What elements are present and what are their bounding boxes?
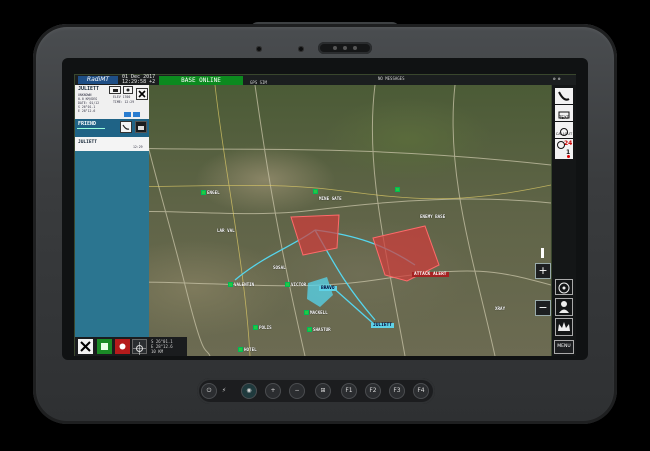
friendly-unit-icon[interactable] bbox=[285, 282, 290, 287]
friendly-unit-icon[interactable] bbox=[201, 190, 206, 195]
label-mine-gate: MINE GATE bbox=[319, 196, 342, 201]
label-enemy-base: ENEMY BASE bbox=[420, 214, 446, 219]
alert-dot-icon bbox=[567, 155, 570, 158]
front-camera-icon bbox=[298, 46, 304, 52]
alerts-button[interactable]: 24 1 bbox=[555, 139, 573, 159]
menu-button[interactable]: MENU bbox=[554, 340, 574, 354]
camera-lens-icon bbox=[343, 46, 347, 50]
label-shastur: SHASTUR bbox=[313, 327, 331, 332]
selected-unit-card[interactable]: JULIETT UNKNOWN 0.0 KM/DEG DATE: 01/12 S… bbox=[75, 85, 149, 119]
label-sosal: SOSAL bbox=[273, 265, 286, 270]
volume-up-button[interactable]: + bbox=[265, 383, 281, 399]
detail-elev: ELEV 1700 bbox=[113, 95, 131, 99]
contact-time: 12:29 bbox=[133, 145, 143, 149]
camera-slot bbox=[318, 42, 372, 54]
group-icon[interactable] bbox=[123, 86, 133, 94]
f4-button[interactable]: F4 bbox=[413, 383, 429, 399]
gps-status: GPS SIM bbox=[250, 80, 267, 85]
text-button[interactable]: TEXT bbox=[555, 105, 573, 121]
message-status: NO MESSAGES bbox=[378, 76, 405, 81]
friendly-unit-icon[interactable] bbox=[228, 282, 233, 287]
zoom-in-button[interactable]: + bbox=[535, 263, 551, 279]
detail-time: TIME: 12:29 bbox=[113, 100, 135, 104]
label-polis: POLIS bbox=[259, 325, 272, 330]
readout-scale: 10 KM bbox=[151, 349, 164, 354]
selected-unit-name: JULIETT bbox=[78, 86, 100, 92]
camera-lens-icon bbox=[333, 46, 337, 50]
close-icon[interactable] bbox=[136, 88, 148, 100]
divider bbox=[77, 128, 105, 129]
friend-label: FRIEND bbox=[78, 121, 97, 127]
contact-name: JULIETT bbox=[78, 140, 97, 145]
windows-button[interactable]: ⊞ bbox=[315, 383, 331, 399]
network-icon: ⚙ ⚙ bbox=[553, 76, 561, 81]
label-victor: VICTOR bbox=[291, 282, 307, 287]
f3-button[interactable]: F3 bbox=[389, 383, 405, 399]
app-logo: RadiMT bbox=[78, 76, 118, 84]
contact-item[interactable]: JULIETT 12:29 bbox=[75, 137, 149, 151]
f2-button[interactable]: F2 bbox=[365, 383, 381, 399]
friendly-unit-icon[interactable] bbox=[253, 325, 258, 330]
label-lar-val: LAR VAL bbox=[217, 228, 235, 233]
friendly-unit-icon[interactable] bbox=[238, 347, 243, 352]
volume-down-button[interactable]: − bbox=[289, 383, 305, 399]
phone-icon[interactable] bbox=[109, 86, 121, 94]
fingerprint-icon[interactable]: ◉ bbox=[241, 383, 257, 399]
message-icon[interactable] bbox=[124, 112, 131, 117]
hardware-button-bar: ⏻ ⚡ ◉ + − ⊞ F1 F2 F3 F4 bbox=[197, 378, 435, 404]
cancel-button[interactable] bbox=[78, 339, 93, 354]
record-button[interactable] bbox=[97, 339, 112, 354]
callout-button[interactable]: CALLOUT bbox=[555, 122, 573, 138]
label-bravo[interactable]: BRAVO bbox=[319, 286, 337, 291]
camera-lens-icon bbox=[353, 46, 357, 50]
coordinate-readout: S 26°01.1 E 28°12.6 10 KM bbox=[151, 339, 173, 354]
callout-button-label: CALLOUT bbox=[555, 132, 573, 136]
label-attack-alert[interactable]: ATTACK ALERT bbox=[412, 272, 449, 277]
person-icon[interactable] bbox=[555, 298, 573, 316]
power-icon[interactable]: ⏻ bbox=[201, 383, 217, 399]
phone-call-icon[interactable] bbox=[120, 121, 132, 133]
north-arrow-icon bbox=[541, 248, 544, 258]
alert-button[interactable] bbox=[115, 339, 130, 354]
front-sensor-icon bbox=[256, 46, 262, 52]
base-online-status[interactable]: BASE ONLINE bbox=[159, 76, 243, 85]
friendly-unit-icon[interactable] bbox=[313, 189, 318, 194]
friendly-unit-icon[interactable] bbox=[395, 187, 400, 192]
label-engel: ENGEL bbox=[207, 190, 220, 195]
label-juliett[interactable]: JULIETT bbox=[371, 323, 394, 328]
chat-icon[interactable] bbox=[133, 112, 140, 117]
label-hotel: HOTEL bbox=[244, 347, 257, 352]
text-button-label: TEXT bbox=[558, 115, 570, 120]
clock: 01 Dec 2017 12:29:58 +2 bbox=[122, 75, 155, 85]
compass-button[interactable] bbox=[555, 279, 573, 295]
bottom-toolbar: S 26°01.1 E 28°12.6 10 KM bbox=[75, 337, 187, 356]
crosshair-icon[interactable] bbox=[132, 339, 147, 355]
label-xray: XRAY bbox=[495, 306, 506, 311]
friendly-unit-icon[interactable] bbox=[307, 327, 312, 332]
label-valentin: VALENTIN bbox=[234, 282, 255, 287]
zoom-out-button[interactable]: − bbox=[535, 300, 551, 316]
label-mackell: MACKELL bbox=[310, 310, 328, 315]
friend-header: FRIEND bbox=[75, 119, 149, 137]
indicator-icon: ⚡ bbox=[221, 387, 227, 394]
friendly-unit-icon[interactable] bbox=[304, 310, 309, 315]
phone-button[interactable] bbox=[555, 88, 573, 104]
selected-unit-details: UNKNOWN 0.0 KM/DEG DATE: 01/12 S 26°01.1… bbox=[78, 93, 99, 113]
detail-line: E 28°12.6 bbox=[78, 109, 96, 113]
crown-icon[interactable] bbox=[555, 318, 573, 336]
f1-button[interactable]: F1 bbox=[341, 383, 357, 399]
radio-icon[interactable] bbox=[135, 121, 147, 133]
